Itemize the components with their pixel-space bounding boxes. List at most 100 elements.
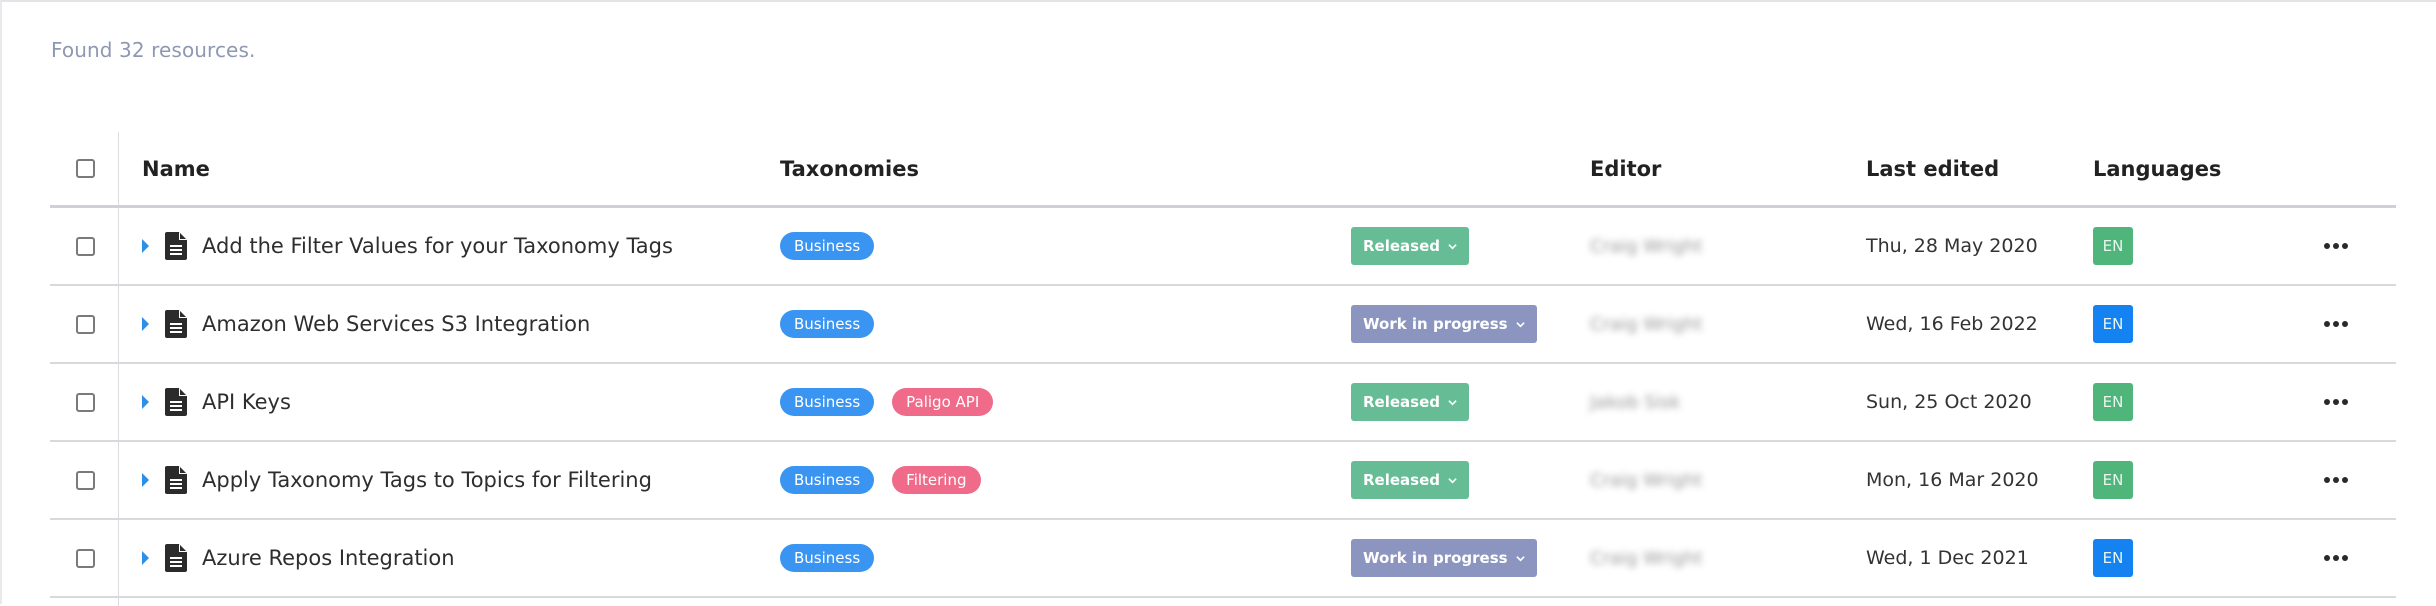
row-checkbox[interactable] [76, 548, 95, 568]
language-badge[interactable]: EN [2093, 461, 2133, 499]
last-edited-cell: Mon, 16 Mar 2020 [1866, 442, 2039, 518]
row-select-cell [76, 208, 95, 284]
table-body: Add the Filter Values for your Taxonomy … [50, 208, 2396, 598]
resource-name[interactable]: Apply Taxonomy Tags to Topics for Filter… [202, 468, 652, 492]
name-cell: Azure Repos Integration [142, 520, 455, 596]
actions-cell [2318, 286, 2354, 362]
last-edited-cell: Thu, 28 May 2020 [1866, 208, 2038, 284]
more-horizontal-icon[interactable] [2318, 237, 2354, 255]
table-row[interactable]: Amazon Web Services S3 Integration Busin… [50, 286, 2396, 364]
languages-cell: EN [2093, 520, 2133, 596]
taxonomy-tag[interactable]: Business [780, 232, 875, 260]
languages-cell: EN [2093, 286, 2133, 362]
actions-cell [2318, 364, 2354, 440]
name-cell: API Keys [142, 364, 291, 440]
status-dropdown[interactable]: Work in progress [1351, 539, 1537, 577]
resource-name[interactable]: Azure Repos Integration [202, 546, 455, 570]
results-count: Found 32 resources. [51, 38, 256, 62]
table-row[interactable]: Add the Filter Values for your Taxonomy … [50, 208, 2396, 286]
caret-right-icon[interactable] [142, 317, 149, 331]
actions-cell [2318, 208, 2354, 284]
editor-cell: Craig Wright [1590, 286, 1702, 362]
row-checkbox[interactable] [76, 392, 95, 412]
last-edited-cell: Wed, 16 Feb 2022 [1866, 286, 2038, 362]
table-header: Name Taxonomies Editor Last edited Langu… [50, 132, 2396, 208]
more-horizontal-icon[interactable] [2318, 315, 2354, 333]
select-all-checkbox[interactable] [76, 159, 95, 178]
column-header-editor[interactable]: Editor [1590, 132, 1661, 205]
status-cell: Work in progress [1351, 286, 1537, 362]
language-badge[interactable]: EN [2093, 539, 2133, 577]
resource-name[interactable]: API Keys [202, 390, 291, 414]
more-horizontal-icon[interactable] [2318, 393, 2354, 411]
language-badge[interactable]: EN [2093, 227, 2133, 265]
last-edited-date: Sun, 25 Oct 2020 [1866, 391, 2032, 413]
caret-right-icon[interactable] [142, 395, 149, 409]
column-header-name[interactable]: Name [142, 132, 210, 205]
row-select-cell [76, 364, 95, 440]
status-label: Released [1363, 393, 1440, 411]
resource-name[interactable]: Add the Filter Values for your Taxonomy … [202, 234, 673, 258]
document-icon [165, 544, 187, 572]
column-header-languages[interactable]: Languages [2093, 132, 2221, 205]
taxonomy-tag[interactable]: Business [780, 388, 875, 416]
language-badge[interactable]: EN [2093, 383, 2133, 421]
editor-cell: Craig Wright [1590, 208, 1702, 284]
taxonomies-cell: Business Filtering [780, 442, 999, 518]
status-label: Released [1363, 237, 1440, 255]
row-checkbox[interactable] [76, 314, 95, 334]
more-horizontal-icon[interactable] [2318, 471, 2354, 489]
chevron-down-icon [1515, 321, 1525, 327]
document-icon [165, 232, 187, 260]
taxonomies-cell: Business [780, 208, 892, 284]
row-checkbox[interactable] [76, 236, 95, 256]
editor-name: Craig Wright [1590, 469, 1703, 491]
status-dropdown[interactable]: Released [1351, 461, 1469, 499]
status-label: Work in progress [1363, 315, 1508, 333]
taxonomy-tag[interactable]: Business [780, 466, 875, 494]
table-row[interactable]: API Keys Business Paligo API Released Jak… [50, 364, 2396, 442]
editor-name: Craig Wright [1590, 547, 1703, 569]
select-all-cell [76, 132, 95, 205]
status-cell: Released [1351, 208, 1469, 284]
taxonomies-cell: Business [780, 520, 892, 596]
caret-right-icon[interactable] [142, 551, 149, 565]
resource-name[interactable]: Amazon Web Services S3 Integration [202, 312, 590, 336]
taxonomy-tag[interactable]: Filtering [892, 466, 981, 494]
resource-list-panel: Found 32 resources. Name Taxonomies Edit… [0, 0, 2436, 606]
caret-right-icon[interactable] [142, 473, 149, 487]
last-edited-date: Wed, 16 Feb 2022 [1866, 313, 2038, 335]
resources-table: Name Taxonomies Editor Last edited Langu… [50, 132, 2396, 598]
status-cell: Released [1351, 364, 1469, 440]
editor-cell: Craig Wright [1590, 520, 1702, 596]
status-cell: Work in progress [1351, 520, 1537, 596]
taxonomy-tag[interactable]: Business [780, 310, 875, 338]
table-row[interactable]: Azure Repos Integration Business Work in… [50, 520, 2396, 598]
taxonomy-tag[interactable]: Paligo API [892, 388, 994, 416]
languages-cell: EN [2093, 364, 2133, 440]
languages-cell: EN [2093, 208, 2133, 284]
actions-cell [2318, 442, 2354, 518]
editor-name: Jakob Sisk [1590, 391, 1681, 413]
last-edited-date: Wed, 1 Dec 2021 [1866, 547, 2029, 569]
taxonomy-tag[interactable]: Business [780, 544, 875, 572]
table-row[interactable]: Apply Taxonomy Tags to Topics for Filter… [50, 442, 2396, 520]
taxonomies-cell: Business Paligo API [780, 364, 1011, 440]
last-edited-cell: Sun, 25 Oct 2020 [1866, 364, 2032, 440]
status-dropdown[interactable]: Released [1351, 227, 1469, 265]
status-dropdown[interactable]: Work in progress [1351, 305, 1537, 343]
document-icon [165, 310, 187, 338]
column-header-taxonomies[interactable]: Taxonomies [780, 132, 919, 205]
column-header-last-edited[interactable]: Last edited [1866, 132, 1999, 205]
status-dropdown[interactable]: Released [1351, 383, 1469, 421]
languages-cell: EN [2093, 442, 2133, 518]
document-icon [165, 466, 187, 494]
actions-cell [2318, 520, 2354, 596]
status-label: Released [1363, 471, 1440, 489]
document-icon [165, 388, 187, 416]
language-badge[interactable]: EN [2093, 305, 2133, 343]
caret-right-icon[interactable] [142, 239, 149, 253]
row-checkbox[interactable] [76, 470, 95, 490]
more-horizontal-icon[interactable] [2318, 549, 2354, 567]
editor-cell: Jakob Sisk [1590, 364, 1681, 440]
